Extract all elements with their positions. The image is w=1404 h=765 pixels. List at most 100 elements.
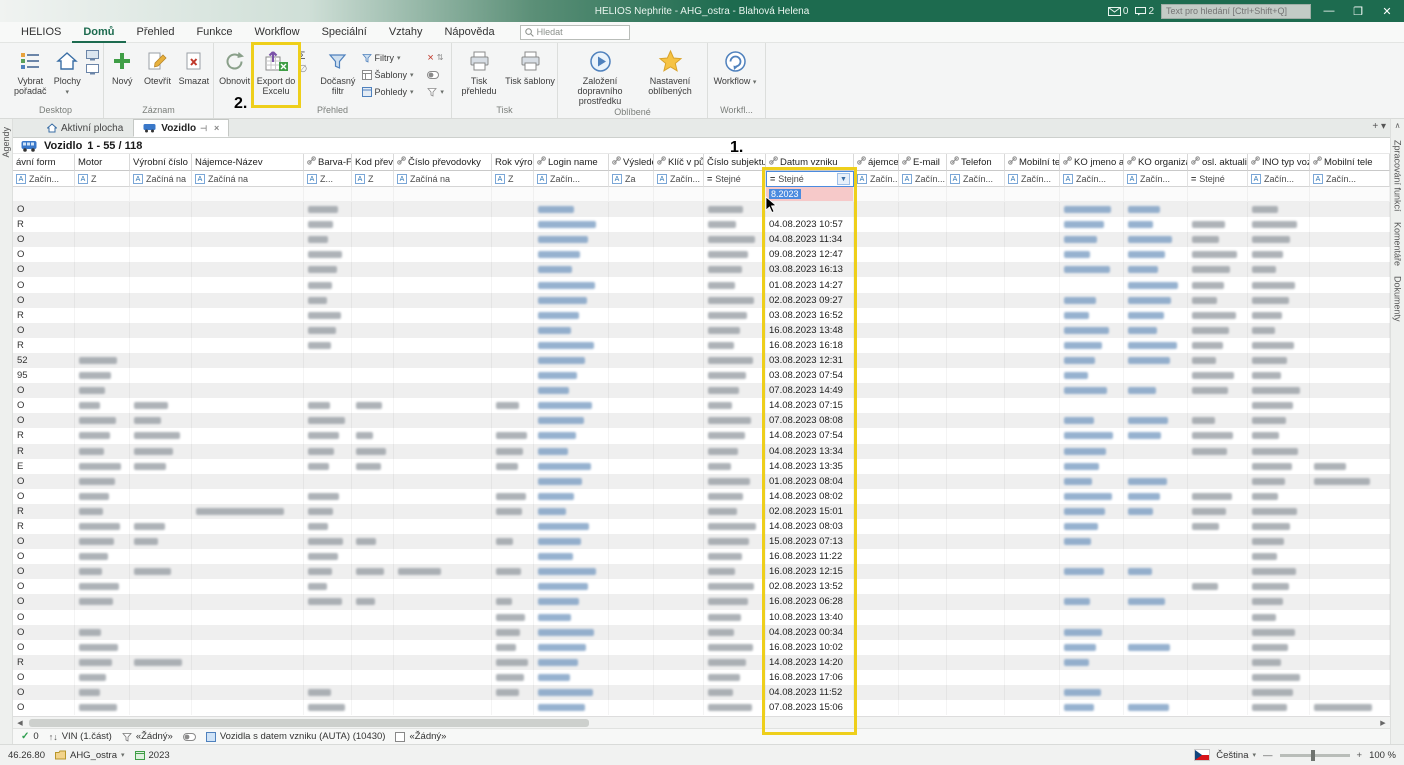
- grid-cell[interactable]: R: [13, 444, 75, 459]
- grid-cell[interactable]: [304, 685, 352, 700]
- temp-filter-button[interactable]: Dočasný filtr: [315, 46, 360, 96]
- grid-cell[interactable]: [394, 338, 492, 353]
- grid-cell[interactable]: [394, 232, 492, 247]
- grid-cell[interactable]: [1124, 685, 1188, 700]
- grid-cell[interactable]: [654, 323, 704, 338]
- grid-cell[interactable]: [352, 353, 394, 368]
- grid-cell[interactable]: [75, 459, 130, 474]
- table-row[interactable]: O14.08.2023 07:15: [13, 398, 1390, 413]
- grid-cell[interactable]: R: [13, 217, 75, 232]
- table-row[interactable]: O01.08.2023 08:04: [13, 474, 1390, 489]
- grid-cell[interactable]: [609, 353, 654, 368]
- grid-cell[interactable]: [1005, 413, 1060, 428]
- grid-cell[interactable]: [854, 262, 899, 277]
- zoom-slider[interactable]: [1280, 754, 1350, 757]
- grid-cell[interactable]: [704, 594, 766, 609]
- grid-cell[interactable]: [609, 640, 654, 655]
- column-header-10[interactable]: Klíč v pův DMS: [654, 154, 704, 171]
- scroll-right-icon[interactable]: ▶: [1376, 719, 1390, 727]
- grid-cell[interactable]: [899, 383, 947, 398]
- filter-cell-16[interactable]: AZačín...: [1005, 171, 1060, 187]
- grid-cell[interactable]: [1124, 413, 1188, 428]
- grid-cell[interactable]: [854, 308, 899, 323]
- grid-cell[interactable]: [1124, 202, 1188, 217]
- grid-cell[interactable]: [1310, 564, 1390, 579]
- table-row[interactable]: O15.08.2023 07:13: [13, 534, 1390, 549]
- grid-cell[interactable]: [1060, 459, 1124, 474]
- grid-cell[interactable]: [394, 323, 492, 338]
- filter-dropdown-icon[interactable]: ▼: [837, 173, 850, 185]
- grid-cell[interactable]: [899, 579, 947, 594]
- grid-cell[interactable]: [192, 655, 304, 670]
- grid-cell[interactable]: [75, 308, 130, 323]
- filter-cell-2[interactable]: AZačíná na: [130, 171, 192, 187]
- grid-cell[interactable]: [75, 247, 130, 262]
- grid-cell[interactable]: [1060, 700, 1124, 715]
- grid-cell[interactable]: [192, 444, 304, 459]
- edit-cell-18[interactable]: [1124, 187, 1188, 201]
- grid-cell[interactable]: [1060, 594, 1124, 609]
- grid-cell[interactable]: [1248, 277, 1310, 292]
- grid-cell[interactable]: [192, 504, 304, 519]
- table-row[interactable]: O04.08.2023 11:34: [13, 232, 1390, 247]
- edit-cell-20[interactable]: [1248, 187, 1310, 201]
- filter-cell-20[interactable]: AZačín...: [1248, 171, 1310, 187]
- grid-cell[interactable]: [352, 640, 394, 655]
- table-row[interactable]: O: [13, 202, 1390, 217]
- grid-cell[interactable]: 16.08.2023 17:06: [766, 670, 854, 685]
- grid-cell[interactable]: [394, 534, 492, 549]
- grid-cell[interactable]: [394, 474, 492, 489]
- grid-cell[interactable]: [534, 323, 609, 338]
- grid-cell[interactable]: [1248, 519, 1310, 534]
- grid-cell[interactable]: [899, 338, 947, 353]
- grid-cell[interactable]: [654, 564, 704, 579]
- grid-cell[interactable]: [1248, 489, 1310, 504]
- grid-cell[interactable]: [352, 459, 394, 474]
- grid-cell[interactable]: [854, 444, 899, 459]
- grid-cell[interactable]: [492, 610, 534, 625]
- grid-cell[interactable]: [947, 428, 1005, 443]
- column-header-16[interactable]: Mobilní tele: [1005, 154, 1060, 171]
- grid-cell[interactable]: [534, 232, 609, 247]
- grid-cell[interactable]: [130, 428, 192, 443]
- grid-cell[interactable]: [899, 625, 947, 640]
- grid-cell[interactable]: [654, 368, 704, 383]
- grid-cell[interactable]: [1248, 232, 1310, 247]
- grid-cell[interactable]: O: [13, 277, 75, 292]
- grid-cell[interactable]: [130, 474, 192, 489]
- grid-cell[interactable]: [130, 217, 192, 232]
- grid-cell[interactable]: [1310, 368, 1390, 383]
- grid-cell[interactable]: [192, 353, 304, 368]
- grid-cell[interactable]: [899, 700, 947, 715]
- grid-cell[interactable]: [947, 579, 1005, 594]
- grid-cell[interactable]: [1248, 217, 1310, 232]
- grid-cell[interactable]: 03.08.2023 16:13: [766, 262, 854, 277]
- grid-cell[interactable]: [1310, 504, 1390, 519]
- grid-cell[interactable]: [609, 323, 654, 338]
- grid-cell[interactable]: [534, 685, 609, 700]
- grid-cell[interactable]: [130, 308, 192, 323]
- grid-cell[interactable]: 14.08.2023 08:03: [766, 519, 854, 534]
- grid-cell[interactable]: [947, 700, 1005, 715]
- filter-cell-12[interactable]: =Stejné▼: [766, 171, 854, 187]
- grid-cell[interactable]: [609, 413, 654, 428]
- grid-cell[interactable]: [534, 247, 609, 262]
- grid-cell[interactable]: [1248, 293, 1310, 308]
- grid-cell[interactable]: [947, 247, 1005, 262]
- side-tab-dokumenty[interactable]: Dokumenty: [1393, 276, 1403, 322]
- views-menu-button[interactable]: Pohledy▾: [362, 84, 427, 99]
- grid-cell[interactable]: [854, 579, 899, 594]
- grid-cell[interactable]: [654, 459, 704, 474]
- grid-cell[interactable]: [534, 640, 609, 655]
- grid-cell[interactable]: 04.08.2023 11:52: [766, 685, 854, 700]
- grid-cell[interactable]: [394, 247, 492, 262]
- column-header-15[interactable]: Telefon: [947, 154, 1005, 171]
- menu-item-přehled[interactable]: Přehled: [126, 23, 186, 41]
- grid-cell[interactable]: [304, 398, 352, 413]
- grid-cell[interactable]: [1124, 670, 1188, 685]
- grid-cell[interactable]: [1188, 217, 1248, 232]
- grid-cell[interactable]: [304, 670, 352, 685]
- grid-cell[interactable]: [1124, 444, 1188, 459]
- grid-cell[interactable]: [654, 247, 704, 262]
- grid-cell[interactable]: [1188, 474, 1248, 489]
